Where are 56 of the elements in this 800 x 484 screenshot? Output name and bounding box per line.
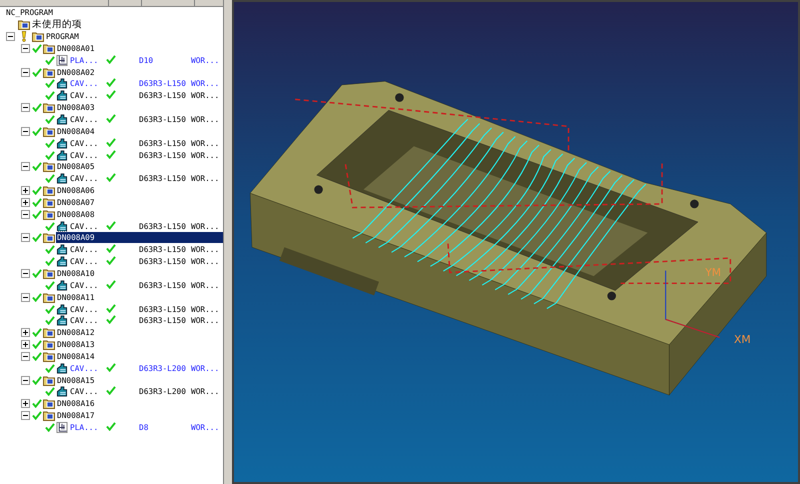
collapse-icon[interactable] (6, 32, 15, 42)
cavity-operation-icon (56, 220, 68, 232)
cavity-operation-icon (56, 114, 68, 126)
collapse-icon[interactable] (21, 162, 30, 172)
folder-icon (43, 126, 55, 137)
cavity-operation-icon (56, 138, 68, 149)
folder-icon (43, 398, 55, 410)
cavity-operation-icon (56, 173, 68, 184)
folder-icon (43, 102, 55, 114)
collapse-icon[interactable] (21, 233, 30, 242)
cavity-operation-icon (56, 78, 68, 90)
expand-icon[interactable] (21, 340, 30, 350)
planar-operation-icon (56, 54, 68, 66)
folder-icon (43, 327, 55, 338)
collapse-icon[interactable] (21, 292, 30, 302)
expand-icon[interactable] (21, 186, 30, 196)
collapse-icon[interactable] (21, 44, 30, 53)
collapse-icon[interactable] (21, 268, 30, 278)
folder-icon (43, 66, 55, 78)
folder-icon (43, 268, 55, 279)
cavity-operation-icon (56, 90, 68, 102)
axis-label: XM (734, 332, 751, 346)
folder-icon (43, 232, 55, 244)
collapse-icon[interactable] (21, 68, 30, 77)
collapse-icon[interactable] (21, 103, 30, 112)
folder-icon (43, 350, 55, 362)
folder-icon (43, 185, 55, 196)
cavity-operation-icon (56, 304, 68, 315)
collapse-icon[interactable] (21, 126, 30, 136)
expand-icon[interactable] (21, 198, 30, 207)
folder-icon (43, 410, 55, 422)
cavity-operation-icon (56, 315, 68, 326)
cavity-operation-icon (56, 386, 68, 398)
folder-icon (43, 292, 55, 303)
folder-icon (43, 374, 55, 386)
axis-label: YM (705, 266, 722, 280)
cavity-operation-icon (56, 280, 68, 291)
collapse-icon[interactable] (21, 210, 30, 219)
cavity-operation-icon (56, 150, 68, 161)
folder-icon (43, 208, 55, 220)
expand-icon[interactable] (21, 328, 30, 338)
folder-icon (43, 161, 55, 172)
folder-icon (43, 339, 55, 350)
collapse-icon[interactable] (21, 376, 30, 385)
cavity-operation-icon (56, 362, 68, 374)
collapse-icon[interactable] (21, 352, 30, 361)
planar-operation-icon (56, 422, 68, 433)
expand-icon[interactable] (21, 399, 30, 408)
folder-icon (32, 31, 44, 42)
folder-icon (43, 196, 55, 208)
cavity-operation-icon (56, 244, 68, 256)
folder-icon (18, 19, 30, 30)
collapse-icon[interactable] (21, 411, 30, 420)
folder-icon (43, 42, 55, 54)
cavity-operation-icon (56, 256, 68, 268)
tree-item-label[interactable]: 未使用的项 (31, 19, 83, 30)
